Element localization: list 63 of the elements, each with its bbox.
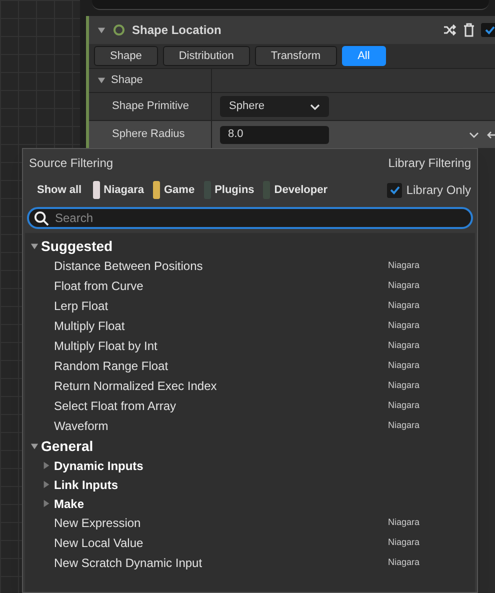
expand-arrow-icon[interactable] xyxy=(42,499,51,508)
search-input[interactable]: Search xyxy=(55,209,466,227)
source-filter-toggle[interactable]: Niagara xyxy=(92,181,144,199)
trash-icon[interactable] xyxy=(463,23,475,37)
section-label: Shape xyxy=(111,73,143,88)
action-item[interactable]: New Expression xyxy=(54,514,388,532)
source-filtering-label: Source Filtering xyxy=(29,155,114,172)
action-item[interactable]: New Scratch Dynamic Input xyxy=(54,554,388,572)
source-filter-toggle[interactable]: Plugins xyxy=(204,181,254,199)
tab[interactable]: Transform xyxy=(254,46,337,66)
source-label: Niagara xyxy=(388,359,420,372)
search-icon xyxy=(34,210,49,226)
action-item[interactable]: Waveform xyxy=(54,417,388,435)
source-label: Niagara xyxy=(388,279,420,292)
source-label: Niagara xyxy=(388,319,420,332)
source-label: Niagara xyxy=(388,419,420,432)
group-heading[interactable]: General xyxy=(41,436,94,456)
tab[interactable]: Shape xyxy=(94,46,158,66)
source-filter-toggle[interactable]: Developer xyxy=(263,181,328,199)
reset-arrow-icon[interactable] xyxy=(487,130,495,140)
source-label: Niagara xyxy=(388,516,420,530)
show-all-button[interactable]: Show all xyxy=(37,182,82,198)
dropdown[interactable]: Sphere xyxy=(220,96,329,117)
action-item[interactable]: Distance Between Positions xyxy=(54,257,388,275)
library-filtering-label: Library Filtering xyxy=(388,155,471,172)
action-item[interactable]: Lerp Float xyxy=(54,297,388,315)
action-item[interactable]: Multiply Float xyxy=(54,317,388,335)
source-label: Niagara xyxy=(388,556,420,570)
library-only-checkbox[interactable]: Library Only xyxy=(387,181,471,199)
source-filter-toggle[interactable]: Game xyxy=(152,181,195,199)
category-item[interactable]: Make xyxy=(54,494,84,512)
source-label: Niagara xyxy=(388,299,420,312)
source-label: Niagara xyxy=(388,339,420,352)
shuffle-icon[interactable] xyxy=(443,24,457,36)
tab[interactable]: Distribution xyxy=(162,46,250,66)
group-heading[interactable]: Suggested xyxy=(41,236,113,256)
property-label: Sphere Radius xyxy=(112,127,185,142)
property-label: Shape Primitive xyxy=(112,99,190,114)
action-item[interactable]: Float from Curve xyxy=(54,277,388,295)
module-title: Shape Location xyxy=(132,22,222,39)
collapse-arrow-icon[interactable] xyxy=(97,26,106,34)
collapse-arrow-icon[interactable] xyxy=(97,76,106,85)
category-item[interactable]: Link Inputs xyxy=(54,476,118,494)
action-item[interactable]: Random Range Float xyxy=(54,357,388,375)
source-label: Niagara xyxy=(388,259,420,272)
expand-arrow-icon[interactable] xyxy=(42,461,51,470)
source-label: Niagara xyxy=(388,379,420,392)
chevron-down-icon[interactable] xyxy=(469,130,479,138)
action-item[interactable]: Multiply Float by Int xyxy=(54,337,388,355)
expand-arrow-icon[interactable] xyxy=(42,480,51,489)
expand-arrow-icon[interactable] xyxy=(30,442,39,450)
action-item[interactable]: Select Float from Array xyxy=(54,397,388,415)
enable-checkbox[interactable] xyxy=(481,23,495,37)
source-label: Niagara xyxy=(388,399,420,412)
action-item[interactable]: Return Normalized Exec Index xyxy=(54,377,388,395)
search-field[interactable]: Search xyxy=(27,207,473,229)
source-label: Niagara xyxy=(388,536,420,550)
category-item[interactable]: Dynamic Inputs xyxy=(54,456,144,474)
number-field[interactable]: 8.0 xyxy=(220,126,329,144)
action-item[interactable]: New Local Value xyxy=(54,534,388,552)
expand-arrow-icon[interactable] xyxy=(30,242,39,250)
checkmark-icon xyxy=(390,185,400,195)
chevron-down-icon xyxy=(310,102,320,110)
